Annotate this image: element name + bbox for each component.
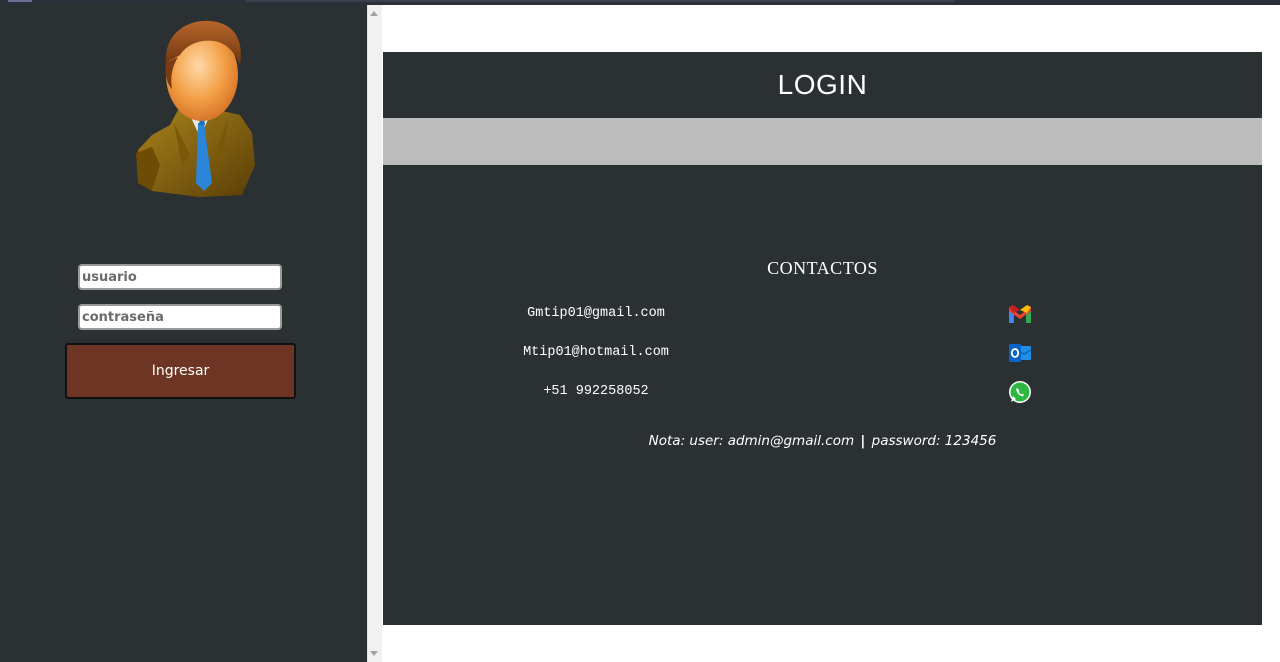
contact-row-phone: +51 992258052 bbox=[383, 379, 1262, 405]
contact-row-email: Gmtip01@gmail.com bbox=[383, 301, 1262, 327]
note-password-text: password: 123456 bbox=[871, 433, 997, 449]
credentials-note: Nota: user: admin@gmail.com | password: … bbox=[383, 433, 1262, 449]
note-user-text: Nota: user: admin@gmail.com bbox=[648, 433, 855, 449]
login-submit-button[interactable]: Ingresar bbox=[65, 343, 296, 399]
contacts-panel: CONTACTOS Gmtip01@gmail.com Mtip01@hotma… bbox=[383, 165, 1262, 625]
contact-phone-text: +51 992258052 bbox=[543, 384, 649, 399]
contacts-title: CONTACTOS bbox=[767, 258, 878, 278]
vertical-scrollbar[interactable] bbox=[367, 5, 382, 662]
login-sidebar: Ingresar bbox=[0, 5, 367, 662]
contact-email-text: Gmtip01@gmail.com bbox=[527, 306, 665, 321]
outlook-icon[interactable] bbox=[1007, 341, 1033, 365]
whatsapp-icon[interactable] bbox=[1007, 380, 1033, 404]
note-separator: | bbox=[860, 433, 866, 449]
scroll-up-arrow-icon[interactable] bbox=[370, 11, 378, 16]
window-top-accent-left bbox=[8, 0, 32, 2]
scroll-down-arrow-icon[interactable] bbox=[370, 651, 378, 656]
password-input[interactable] bbox=[78, 304, 282, 330]
user-avatar-icon bbox=[136, 20, 255, 197]
page-title: LOGIN bbox=[383, 52, 1262, 118]
gray-band bbox=[383, 118, 1262, 165]
username-input[interactable] bbox=[78, 264, 282, 290]
window-top-accent bbox=[245, 0, 955, 2]
contact-hotmail-text: Mtip01@hotmail.com bbox=[523, 345, 669, 360]
contact-row-hotmail: Mtip01@hotmail.com bbox=[383, 340, 1262, 366]
main-content: LOGIN CONTACTOS Gmtip01@gmail.com Mtip01… bbox=[382, 5, 1280, 662]
gmail-icon[interactable] bbox=[1007, 302, 1033, 326]
